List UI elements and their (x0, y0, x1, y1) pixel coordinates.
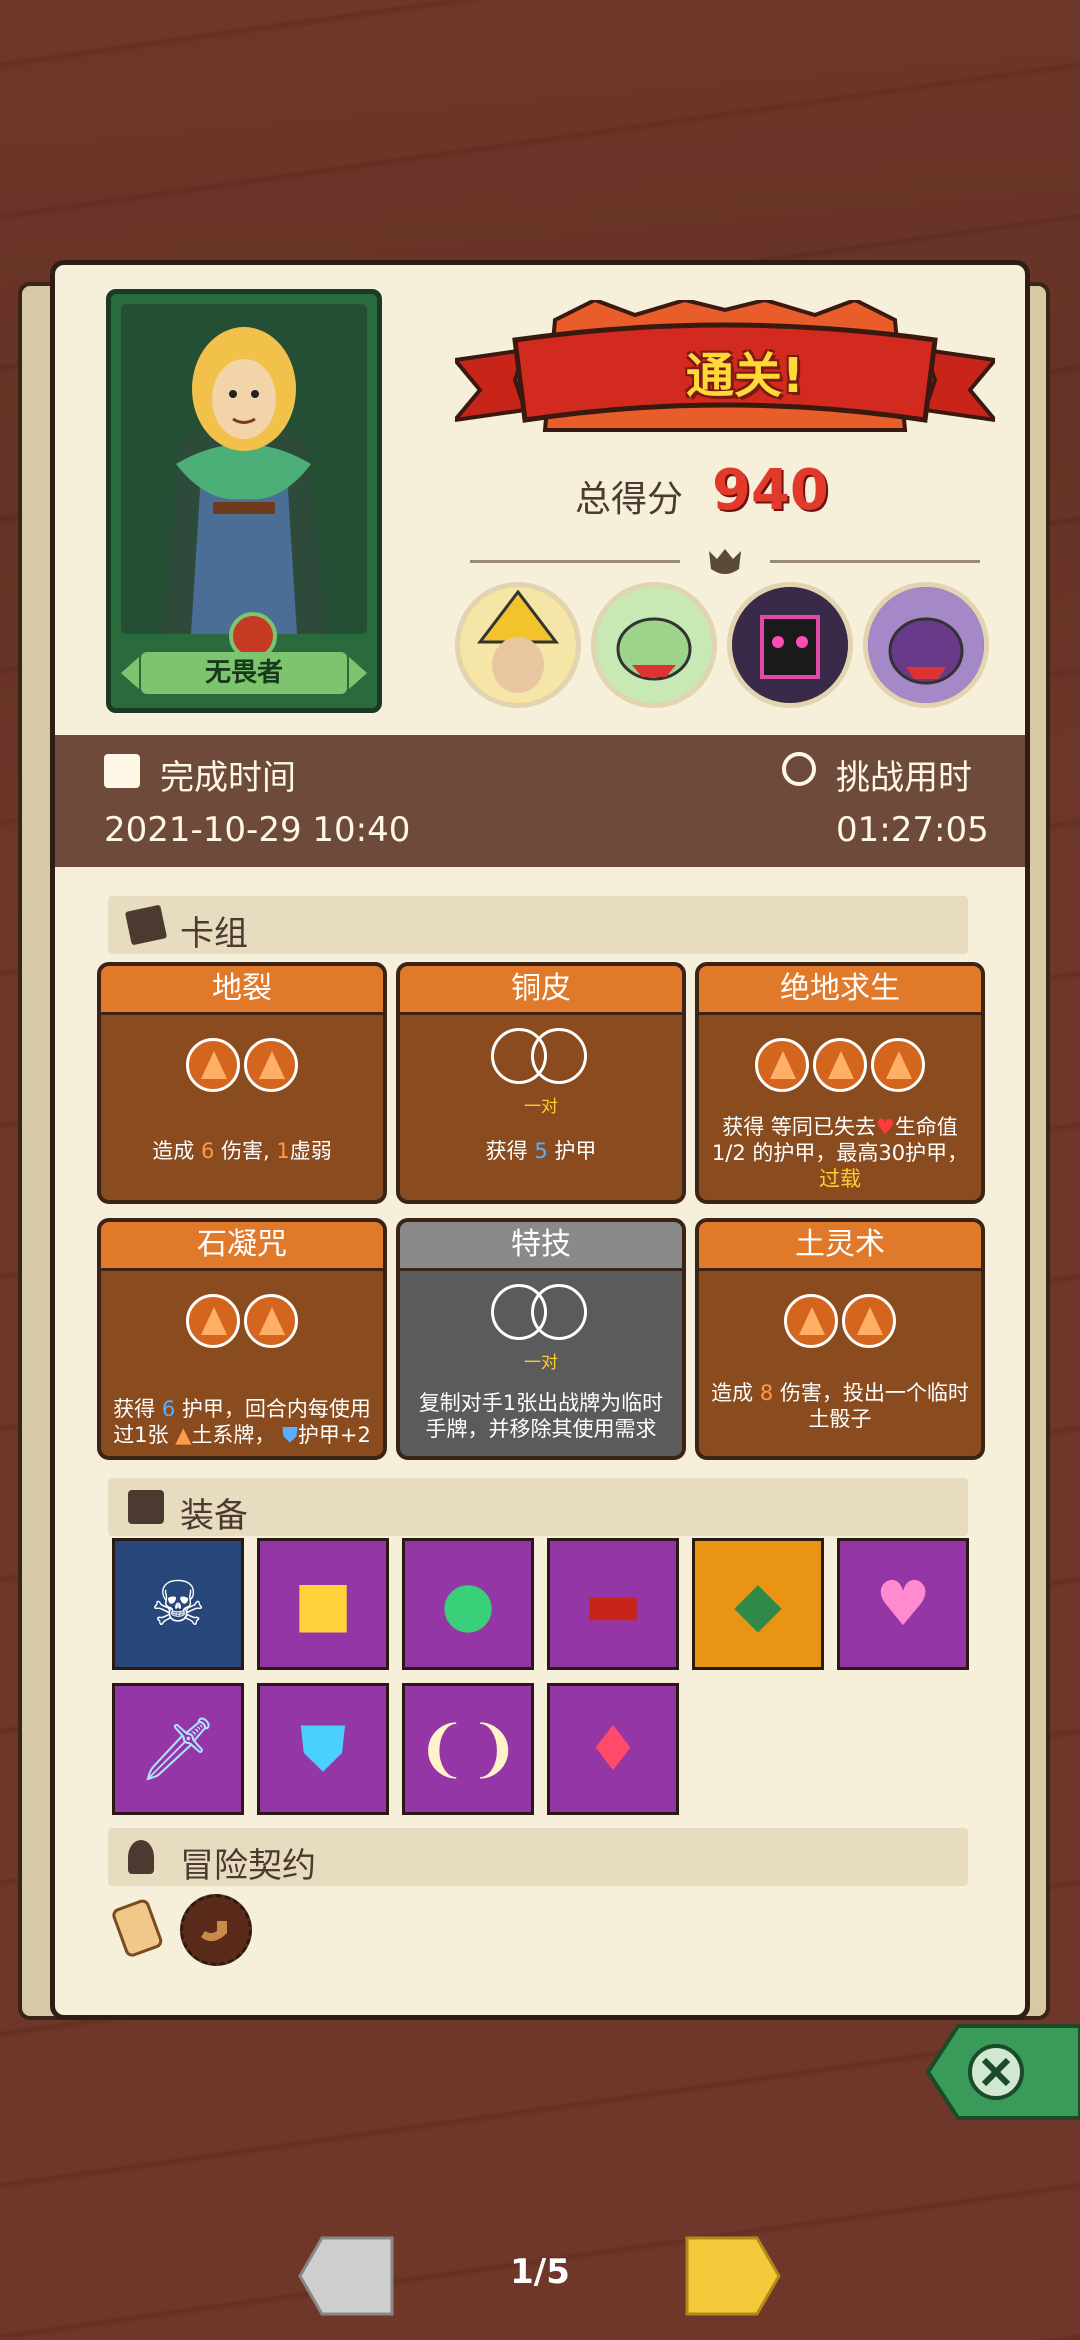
equipment-heart-amulet[interactable]: ♥ (837, 1538, 969, 1670)
victory-text: 通关! (686, 348, 804, 404)
earth-die-icon (244, 1294, 298, 1348)
boss-portrait[interactable] (591, 582, 717, 708)
equipment-red-gem-necklace[interactable]: ♦ (547, 1683, 679, 1815)
equipment-green-egg[interactable]: ● (402, 1538, 534, 1670)
contract-section-header: 冒险契约 (108, 1828, 968, 1886)
card-title: 铜皮 (400, 966, 682, 1015)
equipment-green-stone[interactable]: ◆ (692, 1538, 824, 1670)
divider-right (770, 560, 980, 563)
duration-label: 挑战用时 (836, 758, 972, 798)
card-desc: 复制对手1张出战牌为临时手牌，并移除其使用需求 (418, 1391, 664, 1441)
person-icon (128, 1840, 154, 1874)
card-teji[interactable]: 特技 一对 复制对手1张出战牌为临时手牌，并移除其使用需求 (396, 1218, 686, 1460)
page-indicator: 1/5 (510, 2252, 570, 2292)
card-tongpi[interactable]: 铜皮 一对 获得 5 护甲 (396, 962, 686, 1204)
card-desc: 获得 等同已失去♥生命值1/2 的护甲，最高30护甲， 过载 (711, 1115, 969, 1191)
scroll-icon[interactable] (102, 1894, 174, 1966)
stopwatch-icon (782, 752, 816, 786)
card-cost (101, 1294, 383, 1354)
calendar-icon (104, 754, 140, 788)
equipment-gold-box[interactable]: ■ (257, 1538, 389, 1670)
hero-prev-icon[interactable] (121, 657, 139, 689)
earth-die-icon (784, 1294, 838, 1348)
deck-title: 卡组 (180, 914, 248, 954)
equipment-ice-dagger[interactable]: 🗡 (112, 1683, 244, 1815)
card-desc: 造成 8 伤害，投出一个临时土骰子 (711, 1381, 969, 1431)
hero-card[interactable]: 无畏者 (106, 289, 382, 713)
next-page-button[interactable] (683, 2234, 783, 2318)
card-tulingshu[interactable]: 土灵术 造成 8 伤害，投出一个临时土骰子 (695, 1218, 985, 1460)
earth-die-icon (842, 1294, 896, 1348)
score-value: 940 (712, 458, 829, 523)
pair-label: 一对 (524, 1097, 558, 1117)
box-icon (128, 1490, 164, 1524)
card-cost (699, 1294, 981, 1354)
contract-title: 冒险契约 (180, 1846, 316, 1886)
card-shiningzhou[interactable]: 石凝咒 获得 6 护甲，回合内每使用过1张 ▲土系牌， ⛊护甲+2 (97, 1218, 387, 1460)
card-cost (699, 1038, 981, 1098)
boss-portrait[interactable] (455, 582, 581, 708)
completion-value: 2021-10-29 10:40 (104, 810, 411, 850)
card-dilie[interactable]: 地裂 造成 6 伤害, 1虚弱 (97, 962, 387, 1204)
earth-die-icon (813, 1038, 867, 1092)
pair-slot-icon (491, 1028, 591, 1088)
hero-portrait (121, 304, 367, 634)
equipment-blue-shield[interactable]: ⛊ (257, 1683, 389, 1815)
equipment-red-bracer[interactable]: ▬ (547, 1538, 679, 1670)
previous-page-button[interactable] (296, 2234, 396, 2318)
card-desc: 造成 6 伤害, 1虚弱 (152, 1139, 332, 1163)
duration-value: 01:27:05 (836, 810, 989, 850)
hero-name: 无畏者 (141, 652, 347, 694)
pipe-icon[interactable] (180, 1894, 252, 1966)
cards-icon (124, 904, 168, 946)
skull-icon (705, 545, 745, 579)
earth-die-icon (871, 1038, 925, 1092)
earth-die-icon (186, 1038, 240, 1092)
card-juedi[interactable]: 绝地求生 获得 等同已失去♥生命值1/2 的护甲，最高30护甲， 过载 (695, 962, 985, 1204)
card-title: 特技 (400, 1222, 682, 1271)
boss-portrait[interactable] (727, 582, 853, 708)
card-title: 地裂 (101, 966, 383, 1015)
pair-slot-icon (491, 1284, 591, 1344)
earth-die-icon (244, 1038, 298, 1092)
score-label: 总得分 (575, 479, 684, 520)
card-cost (101, 1038, 383, 1098)
card-title: 土灵术 (699, 1222, 981, 1271)
equipment-title: 装备 (180, 1496, 248, 1536)
card-desc: 获得 5 护甲 (485, 1139, 597, 1163)
equipment-skull-mask[interactable]: ☠ (112, 1538, 244, 1670)
card-title: 石凝咒 (101, 1222, 383, 1271)
boss-portrait[interactable] (863, 582, 989, 708)
equipment-fangs[interactable]: ❨❩ (402, 1683, 534, 1815)
close-button[interactable] (918, 2022, 1080, 2122)
earth-die-icon (186, 1294, 240, 1348)
card-title: 绝地求生 (699, 966, 981, 1015)
hero-next-icon[interactable] (349, 657, 367, 689)
equipment-section-header: 装备 (108, 1478, 968, 1536)
divider-left (470, 560, 680, 563)
completion-label: 完成时间 (160, 758, 296, 798)
pair-label: 一对 (524, 1353, 558, 1373)
deck-section-header: 卡组 (108, 896, 968, 954)
card-desc: 获得 6 护甲，回合内每使用过1张 ▲土系牌， ⛊护甲+2 (113, 1397, 371, 1447)
earth-die-icon (755, 1038, 809, 1092)
